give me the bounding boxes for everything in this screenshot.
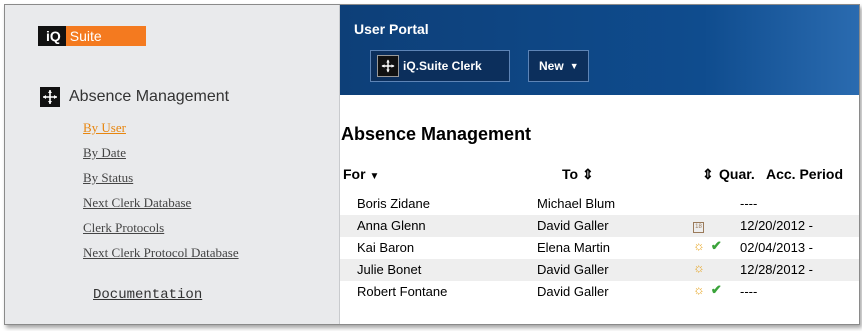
sidebar: iQ Suite Absence Management By User By D…: [5, 5, 340, 324]
sun-icon: ☼: [693, 260, 705, 275]
iq-suite-clerk-button[interactable]: iQ.Suite Clerk: [370, 50, 510, 82]
caret-down-icon: ▼: [369, 171, 380, 182]
sidebar-item-by-status[interactable]: By Status: [83, 168, 239, 193]
cell-for: Anna Glenn: [357, 218, 426, 233]
window: iQ Suite Absence Management By User By D…: [4, 4, 860, 325]
sun-icon: ☼: [693, 238, 705, 253]
cell-for: Robert Fontane: [357, 284, 448, 299]
new-button[interactable]: New ▼: [528, 50, 589, 82]
cell-to: David Galler: [537, 218, 609, 233]
check-icon: ✔: [710, 238, 722, 253]
table-row[interactable]: Boris Zidane Michael Blum ----: [340, 193, 859, 215]
col-acc-period[interactable]: Acc. Period: [766, 166, 843, 182]
calendar-icon: 18: [693, 222, 704, 233]
col-for[interactable]: For ▼: [343, 166, 379, 182]
table-body: Boris Zidane Michael Blum ---- Anna Glen…: [340, 193, 859, 303]
col-for-label: For: [343, 166, 366, 182]
section-title: Absence Management: [40, 87, 229, 107]
check-icon: ✔: [710, 282, 722, 297]
clerk-button-label: iQ.Suite Clerk: [403, 59, 482, 73]
crosshair-arrows-icon: [377, 55, 399, 77]
page-title: Absence Management: [341, 124, 532, 144]
logo-part1: iQ: [38, 26, 66, 46]
sun-icon: ☼: [693, 282, 705, 297]
cell-acc: 02/04/2013 -: [740, 240, 814, 255]
cell-to: Elena Martin: [537, 240, 610, 255]
sort-icon: ⇕: [702, 166, 714, 182]
new-button-label: New: [539, 59, 564, 73]
sidebar-item-by-date[interactable]: By Date: [83, 143, 239, 168]
sidebar-item-next-clerk-database[interactable]: Next Clerk Database: [83, 193, 239, 218]
sidebar-item-clerk-protocols[interactable]: Clerk Protocols: [83, 218, 239, 243]
sidebar-item-by-user[interactable]: By User: [83, 118, 239, 143]
top-bar: User Portal iQ.Suite Clerk New ▼: [340, 5, 859, 95]
caret-down-icon: ▼: [569, 61, 579, 71]
cell-quar: ☼: [693, 260, 705, 275]
table-row[interactable]: Julie Bonet David Galler ☼ 12/28/2012 -: [340, 259, 859, 281]
sidebar-item-next-clerk-protocol-database[interactable]: Next Clerk Protocol Database: [83, 243, 239, 268]
cell-acc: ----: [740, 284, 758, 299]
table-header: For ▼ To ⇕ ⇕ Quar. Acc. Period: [340, 166, 859, 188]
cell-quar: ☼ ✔: [693, 238, 722, 254]
cell-for: Boris Zidane: [357, 196, 430, 211]
portal-title: User Portal: [354, 21, 429, 37]
cell-acc: ----: [740, 196, 758, 211]
col-to-label: To: [562, 166, 579, 182]
cell-to: David Galler: [537, 262, 609, 277]
main-area: User Portal iQ.Suite Clerk New ▼ Absence…: [340, 5, 859, 324]
cell-acc: 12/28/2012 -: [740, 262, 814, 277]
sort-icon: ⇕: [581, 166, 594, 182]
cell-quar: ☼ ✔: [693, 282, 722, 298]
crosshair-arrows-icon: [40, 87, 60, 107]
logo-part2: Suite: [65, 26, 146, 46]
cell-quar: 18: [693, 216, 704, 233]
table-row[interactable]: Anna Glenn David Galler 18 12/20/2012 -: [340, 215, 859, 237]
section-title-label: Absence Management: [69, 88, 230, 105]
cell-for: Kai Baron: [357, 240, 415, 255]
cell-for: Julie Bonet: [357, 262, 422, 277]
sidebar-nav: By User By Date By Status Next Clerk Dat…: [83, 118, 239, 268]
col-sort[interactable]: ⇕: [702, 166, 714, 183]
logo: iQ Suite: [38, 26, 146, 46]
cell-to: David Galler: [537, 284, 609, 299]
table-row[interactable]: Robert Fontane David Galler ☼ ✔ ----: [340, 281, 859, 303]
col-quar[interactable]: Quar.: [719, 166, 755, 182]
col-to[interactable]: To ⇕: [562, 166, 594, 183]
cell-acc: 12/20/2012 -: [740, 218, 814, 233]
documentation-link[interactable]: Documentation: [93, 287, 202, 303]
cell-to: Michael Blum: [537, 196, 616, 211]
table-row[interactable]: Kai Baron Elena Martin ☼ ✔ 02/04/2013 -: [340, 237, 859, 259]
